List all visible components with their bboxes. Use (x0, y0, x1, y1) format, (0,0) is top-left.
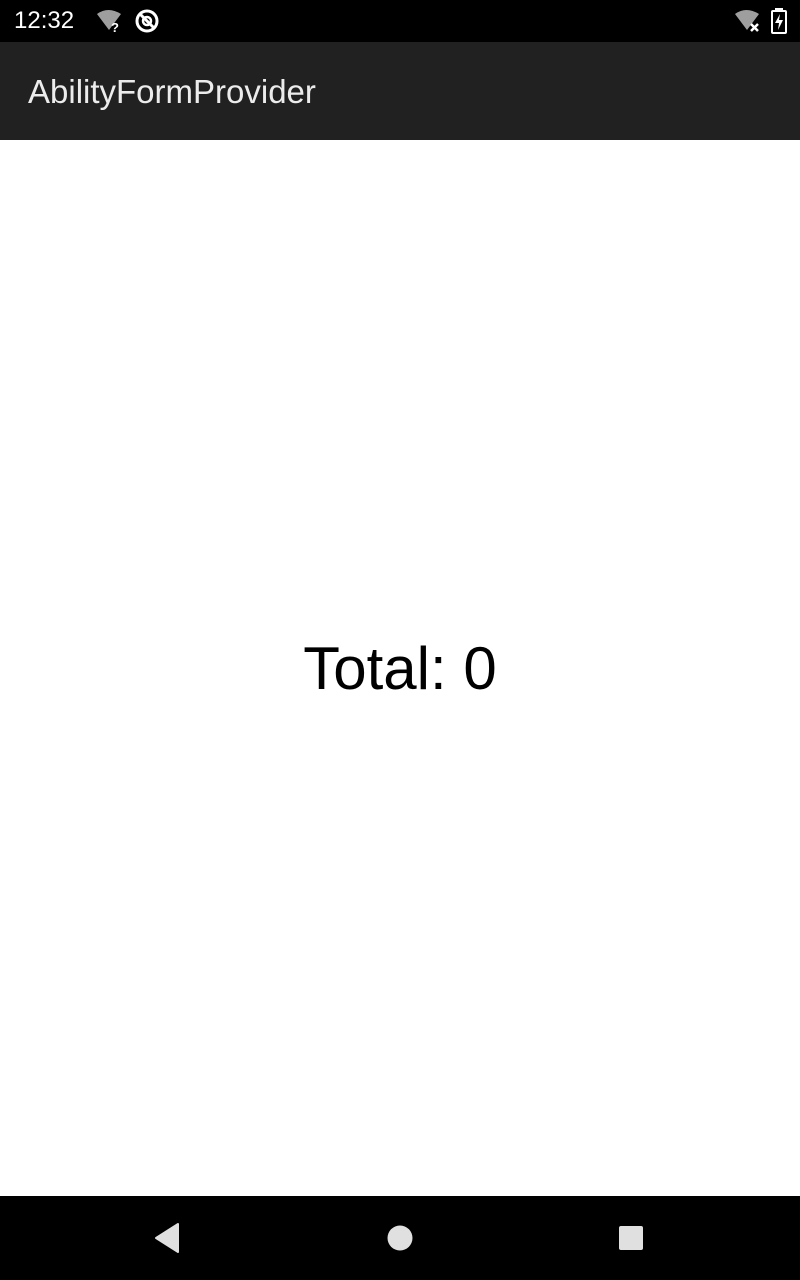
sync-disabled-icon (134, 8, 162, 34)
wifi-unknown-icon: ? (96, 8, 124, 35)
app-bar: AbilityFormProvider (0, 42, 800, 140)
home-button[interactable] (368, 1208, 432, 1268)
back-button[interactable] (135, 1208, 199, 1268)
wifi-off-icon (734, 8, 762, 34)
recents-icon (619, 1226, 643, 1250)
navigation-bar (0, 1196, 800, 1280)
app-title: AbilityFormProvider (28, 73, 316, 110)
back-icon (155, 1223, 179, 1253)
recents-button[interactable] (599, 1208, 663, 1268)
svg-text:?: ? (111, 20, 119, 34)
main-content: Total: 0 (0, 140, 800, 1196)
status-bar: 12:32 ? (0, 0, 800, 42)
screen: 12:32 ? AbilityFormProvider Total: 0 (0, 0, 800, 1280)
status-time: 12:32 (14, 7, 75, 34)
total-label: Total: 0 (303, 635, 497, 702)
home-icon (387, 1225, 413, 1251)
battery-charging-icon (770, 8, 788, 34)
